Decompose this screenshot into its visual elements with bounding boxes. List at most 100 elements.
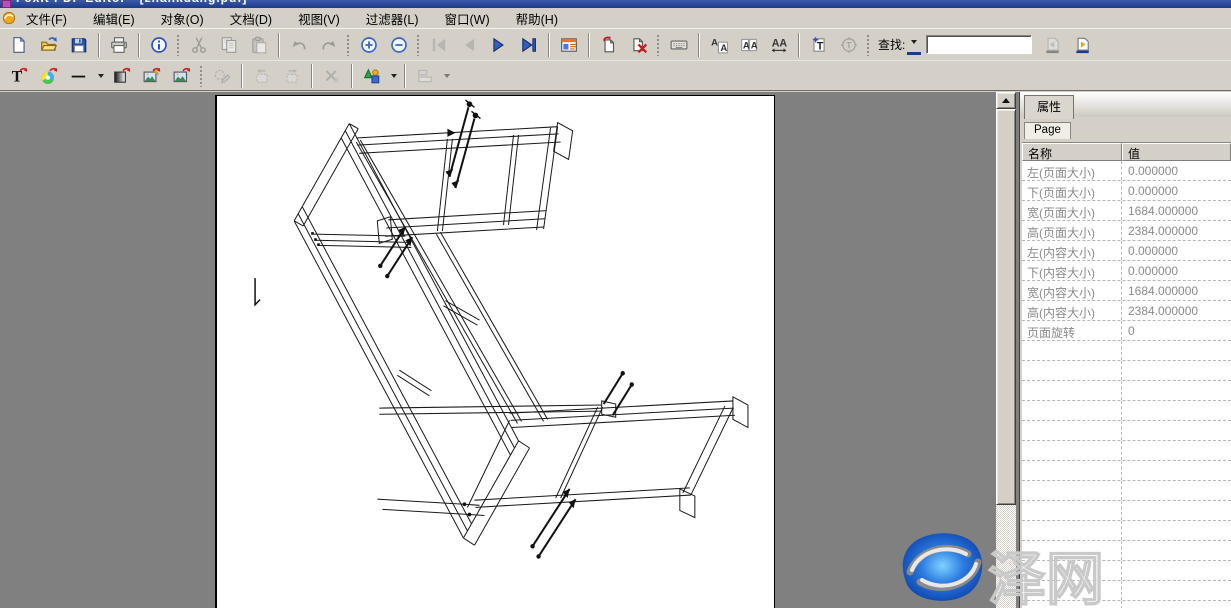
property-row-empty: [1022, 381, 1231, 401]
shade-tool-button[interactable]: [107, 63, 137, 89]
property-name: 页面旋转: [1022, 321, 1122, 340]
image-edit-tool-button[interactable]: [137, 63, 167, 89]
nav-next-button[interactable]: [484, 32, 514, 58]
property-grid: 名称 值 左(页面大小)0.000000下(页面大小)0.000000宽(页面大…: [1022, 142, 1231, 608]
svg-text:A: A: [711, 37, 718, 48]
text-tool-button[interactable]: T: [4, 63, 34, 89]
color-tool-button[interactable]: [34, 63, 64, 89]
info-button[interactable]: [144, 32, 174, 58]
scroll-up-button[interactable]: [996, 92, 1016, 109]
property-name: [1022, 561, 1122, 580]
watermark-logo-icon: [900, 530, 988, 604]
pdf-page-canvas[interactable]: [215, 95, 775, 608]
toolbar-grip[interactable]: [176, 34, 180, 56]
property-row-empty: [1022, 401, 1231, 421]
dropdown-arrow-icon[interactable]: [440, 64, 453, 88]
menu-item-1[interactable]: 编辑(E): [87, 7, 141, 30]
delete-object-button[interactable]: [317, 63, 347, 89]
toolbar-grip[interactable]: [656, 34, 660, 56]
page-layout-button[interactable]: [554, 32, 584, 58]
image-tool-button[interactable]: [167, 63, 197, 89]
menu-item-5[interactable]: 过滤器(L): [360, 7, 425, 30]
align-tool-button[interactable]: [410, 63, 440, 89]
nav-last-button[interactable]: [514, 32, 544, 58]
property-value: [1122, 561, 1231, 580]
dropdown-arrow-icon[interactable]: [94, 64, 107, 88]
save-button[interactable]: [64, 32, 94, 58]
dropdown-arrow-icon[interactable]: [387, 64, 400, 88]
property-row[interactable]: 下(页面大小)0.000000: [1022, 181, 1231, 201]
property-row[interactable]: 下(内容大小)0.000000: [1022, 261, 1231, 281]
isometric-frame-drawing: [217, 96, 775, 608]
menu-item-6[interactable]: 窗口(W): [439, 7, 496, 30]
zoom-out-button[interactable]: [384, 32, 414, 58]
property-value: 1684.000000: [1122, 201, 1231, 220]
column-header-name[interactable]: 名称: [1022, 143, 1122, 161]
property-value: [1122, 421, 1231, 440]
rotate-left-button[interactable]: [247, 63, 277, 89]
new-page-button[interactable]: [4, 32, 34, 58]
nav-first-button[interactable]: [424, 32, 454, 58]
vertical-scrollbar[interactable]: [996, 92, 1016, 608]
open-folder-button[interactable]: [34, 32, 64, 58]
property-row-empty: [1022, 461, 1231, 481]
property-value: 2384.000000: [1122, 301, 1231, 320]
text-add-button[interactable]: T: [804, 32, 834, 58]
menu-item-3[interactable]: 文档(D): [224, 7, 278, 30]
scrollbar-thumb[interactable]: [996, 109, 1016, 505]
menu-item-4[interactable]: 视图(V): [292, 7, 346, 30]
zoom-in-button[interactable]: [354, 32, 384, 58]
property-row[interactable]: 高(页面大小)2384.000000: [1022, 221, 1231, 241]
redo-button[interactable]: [314, 32, 344, 58]
keyboard-button[interactable]: [664, 32, 694, 58]
copy-button[interactable]: [214, 32, 244, 58]
menu-item-7[interactable]: 帮助(H): [510, 7, 564, 30]
property-name: 下(页面大小): [1022, 181, 1122, 200]
property-value: [1122, 481, 1231, 500]
find-forward-button[interactable]: [1067, 32, 1097, 58]
tab-page[interactable]: Page: [1024, 122, 1071, 139]
page-delete-button[interactable]: [624, 32, 654, 58]
find-input[interactable]: [926, 35, 1032, 54]
toolbar-grip[interactable]: [416, 34, 420, 56]
toolbar-grip[interactable]: [199, 65, 203, 87]
properties-panel: 属性 Page 名称 值 左(页面大小)0.000000下(页面大小)0.000…: [1019, 92, 1231, 608]
property-row[interactable]: 左(内容大小)0.000000: [1022, 241, 1231, 261]
undo-button[interactable]: [284, 32, 314, 58]
window-title: Foxit PDF Editor - [zhankuang.pdf]: [0, 0, 1231, 5]
main-toolbar: AAAAAATT查找:: [0, 28, 1231, 60]
column-header-value[interactable]: 值: [1122, 143, 1231, 161]
find-dropdown[interactable]: [907, 34, 921, 55]
property-row[interactable]: 宽(页面大小)1684.000000: [1022, 201, 1231, 221]
svg-text:A: A: [751, 40, 758, 51]
document-menu-icon[interactable]: [2, 11, 16, 25]
line-tool-button[interactable]: [64, 63, 94, 89]
text-target-button[interactable]: T: [834, 32, 864, 58]
nav-prev-button[interactable]: [454, 32, 484, 58]
property-row[interactable]: 左(页面大小)0.000000: [1022, 161, 1231, 181]
shapes-tool-button[interactable]: [357, 63, 387, 89]
property-row[interactable]: 页面旋转0: [1022, 321, 1231, 341]
menu-item-2[interactable]: 对象(O): [155, 7, 210, 30]
property-row-empty: [1022, 601, 1231, 608]
rotate-right-button[interactable]: [277, 63, 307, 89]
svg-text:AA: AA: [772, 37, 788, 49]
menu-item-0[interactable]: 文件(F): [20, 7, 73, 30]
toolbar-separator: [588, 33, 590, 57]
clone-tool-button[interactable]: [207, 63, 237, 89]
property-row[interactable]: 高(内容大小)2384.000000: [1022, 301, 1231, 321]
find-back-button[interactable]: [1037, 32, 1067, 58]
cut-button[interactable]: [184, 32, 214, 58]
font-pair-button[interactable]: AA: [734, 32, 764, 58]
print-button[interactable]: [104, 32, 134, 58]
page-insert-button[interactable]: [594, 32, 624, 58]
toolbar-grip[interactable]: [346, 34, 350, 56]
property-row[interactable]: 宽(内容大小)1684.000000: [1022, 281, 1231, 301]
font-replace-button[interactable]: AA: [704, 32, 734, 58]
toolbar-grip[interactable]: [866, 34, 870, 56]
paste-button[interactable]: [244, 32, 274, 58]
font-spacing-button[interactable]: AA: [764, 32, 794, 58]
panel-title-tab[interactable]: 属性: [1024, 95, 1074, 119]
property-row-empty: [1022, 581, 1231, 601]
menu-bar: 文件(F) 编辑(E) 对象(O) 文档(D) 视图(V) 过滤器(L) 窗口(W) 帮助(H…: [0, 8, 1231, 28]
